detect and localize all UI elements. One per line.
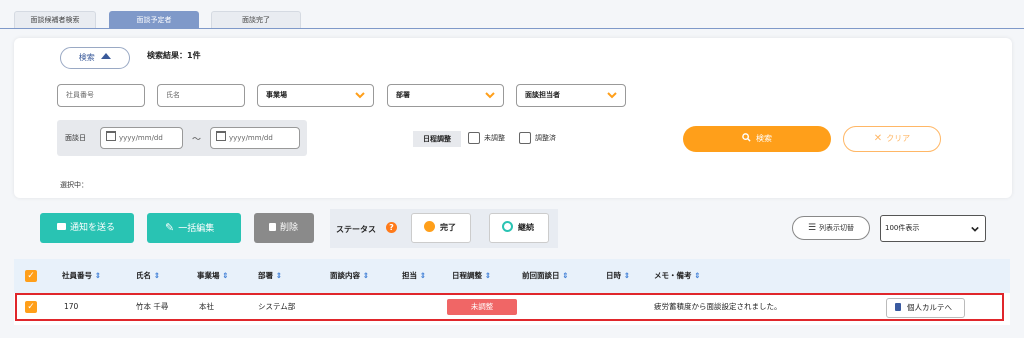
header-last-interview-label: 前回面談日 [522,271,560,280]
status-done-label: 完了 [440,223,456,232]
calendar-icon [216,131,226,141]
search-panel [14,38,1012,198]
office-select-value: 事業場 [266,91,287,99]
search-button[interactable]: 検索 [683,126,831,152]
trash-icon [269,223,276,231]
office-select[interactable]: 事業場 [257,84,374,107]
search-result-count: 検索結果：1件 [147,51,201,60]
adjusted-checkbox[interactable] [519,132,531,144]
name-input[interactable]: 氏名 [157,84,245,107]
selected-label: 選択中： [60,181,88,189]
edit-icon: ✎ [165,221,175,234]
row-checkbox[interactable]: ✓ [25,301,37,313]
header-schedule-label: 日程調整 [452,271,482,280]
date-from-placeholder: yyyy/mm/dd [119,134,163,142]
search-icon [742,133,751,142]
tab-underline [0,28,1024,29]
header-employee-number[interactable]: 社員番号 ⇕ [62,259,101,293]
date-to-placeholder: yyyy/mm/dd [229,134,273,142]
personal-karte-button[interactable]: 個人カルテへ [886,298,965,318]
send-notification-label: 通知を送る [70,223,116,233]
delete-button[interactable]: 削除 [254,213,314,243]
tab-scheduled[interactable]: 面談予定者 [109,11,199,28]
per-page-select[interactable]: 100件表示 [880,215,986,242]
header-name[interactable]: 氏名 ⇕ [136,259,160,293]
chevron-down-icon [485,92,495,99]
bulk-edit-label: 一括編集 [178,224,215,234]
header-interview-content-label: 面談内容 [330,271,360,280]
clear-button-label: クリア [886,134,911,143]
header-interview-content[interactable]: 面談内容 ⇕ [330,259,369,293]
date-to-input[interactable]: yyyy/mm/dd [210,127,300,149]
calendar-icon [106,131,116,141]
schedule-status-badge: 未調整 [447,299,517,315]
schedule-label: 日程調整 [413,131,461,147]
status-continue-button[interactable]: 継続 [489,213,549,243]
status-continue-label: 継続 [518,223,534,232]
header-office[interactable]: 事業場 ⇕ [197,259,228,293]
header-employee-number-label: 社員番号 [62,271,92,280]
header-memo-label: メモ・備考 [654,271,692,280]
adjusted-label: 調整済 [535,134,556,142]
search-button-label: 検索 [756,134,772,143]
column-toggle-label: 列表示切替 [819,224,855,232]
header-department[interactable]: 部署 ⇕ [258,259,282,293]
select-all-checkbox[interactable]: ✓ [25,270,37,282]
date-from-input[interactable]: yyyy/mm/dd [100,127,183,149]
date-separator: ～ [192,135,202,145]
delete-label: 削除 [280,223,299,233]
tab-completed[interactable]: 面談完了 [211,11,301,28]
table-header [14,259,1010,293]
interviewer-select-value: 面談担当者 [525,91,560,99]
search-toggle-label: 検索 [78,53,95,62]
column-toggle-button[interactable]: ☰ 列表示切替 [792,216,870,240]
help-icon[interactable]: ? [386,222,397,233]
status-label: ステータス [336,225,376,234]
close-icon: ✕ [873,133,883,144]
bulk-edit-button[interactable]: ✎ 一括編集 [147,213,241,243]
caret-up-icon [101,53,112,59]
header-memo[interactable]: メモ・備考 ⇕ [654,259,700,293]
header-office-label: 事業場 [197,271,220,280]
interview-date-label: 面談日 [65,134,86,142]
chevron-down-icon [355,92,365,99]
unadjusted-label: 未調整 [484,134,505,142]
cell-memo: 疲労蓄積度から面談設定されました。 [654,302,782,311]
chevron-down-icon [607,92,617,99]
header-datetime-label: 日時 [606,271,621,280]
unadjusted-checkbox[interactable] [468,132,480,144]
header-person-label: 担当 [402,271,417,280]
department-select[interactable]: 部署 [387,84,504,107]
personal-karte-label: 個人カルテへ [907,303,952,312]
continue-circle-icon [502,221,513,232]
header-last-interview[interactable]: 前回面談日 ⇕ [522,259,568,293]
search-toggle-button[interactable]: 検索 [60,47,130,69]
list-icon: ☰ [807,223,817,233]
header-schedule[interactable]: 日程調整 ⇕ [452,259,491,293]
header-datetime[interactable]: 日時 ⇕ [606,259,630,293]
tab-candidate-search[interactable]: 面談候補者検索 [14,11,96,28]
cell-name: 竹本 千尋 [136,302,169,311]
clear-button[interactable]: ✕ クリア [843,126,941,152]
header-department-label: 部署 [258,271,273,280]
header-name-label: 氏名 [136,271,151,280]
send-notification-button[interactable]: 通知を送る [40,213,134,243]
employee-number-input[interactable]: 社員番号 [57,84,145,107]
cell-employee-number: 170 [64,302,79,311]
interviewer-select[interactable]: 面談担当者 [516,84,626,107]
department-select-value: 部署 [396,91,410,99]
chevron-down-icon [971,226,979,232]
status-done-button[interactable]: 完了 [411,213,471,243]
header-person[interactable]: 担当 ⇕ [402,259,426,293]
check-circle-icon [424,221,435,232]
clipboard-icon [895,303,901,311]
cell-department: システム部 [258,302,296,311]
per-page-value: 100件表示 [885,224,920,232]
cell-office: 本社 [199,302,214,311]
mail-icon [57,223,66,230]
